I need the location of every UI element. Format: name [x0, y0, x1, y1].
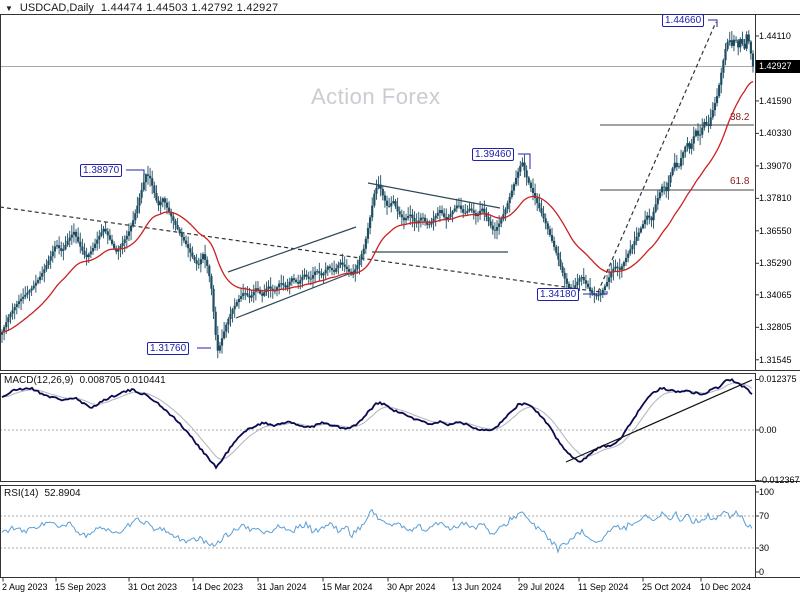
symbol-title: USDCAD,Daily: [19, 2, 94, 14]
moving-average-line: [1, 80, 754, 333]
macd-panel[interactable]: [0, 378, 755, 470]
macd-signal-line: [1, 382, 753, 460]
chart-canvas[interactable]: [0, 0, 800, 600]
callout-pointer: [708, 19, 718, 27]
trendline: [227, 226, 357, 273]
macd-trendline: [565, 379, 753, 463]
rsi-line: [1, 508, 753, 554]
callout-pointer: [126, 169, 145, 175]
macd-main-line: [1, 378, 753, 470]
macd-label: MACD(12,26,9): [4, 375, 74, 386]
rsi-header: RSI(14) 52.8904: [4, 488, 81, 499]
macd-values: 0.008705 0.010441: [79, 375, 166, 386]
symbol-dropdown-icon[interactable]: ▼: [5, 4, 13, 13]
trendline: [597, 21, 717, 293]
title-bar: ▼ USDCAD,Daily 1.44474 1.44503 1.42792 1…: [5, 2, 278, 14]
rsi-value: 52.8904: [44, 488, 81, 499]
rsi-panel[interactable]: [0, 508, 755, 554]
rsi-label: RSI(14): [4, 488, 39, 499]
price-panel[interactable]: [0, 19, 755, 359]
candle-bodies: [1, 34, 754, 351]
macd-header: MACD(12,26,9) 0.008705 0.010441: [4, 375, 166, 386]
current-price-tag: 1.42927: [756, 60, 800, 73]
ohlc-quotes: 1.44474 1.44503 1.42792 1.42927: [100, 2, 279, 14]
chart-window: ▼ USDCAD,Daily 1.44474 1.44503 1.42792 1…: [0, 0, 800, 600]
